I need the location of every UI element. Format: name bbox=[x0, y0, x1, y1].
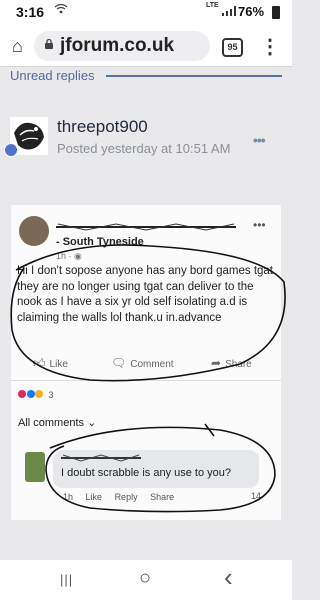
divider bbox=[11, 380, 281, 381]
wifi-icon bbox=[54, 3, 68, 17]
network-type: LTE bbox=[206, 2, 219, 9]
status-bar: 3:16 LTE 76% bbox=[0, 0, 292, 26]
url-text[interactable]: jforum.co.uk bbox=[60, 35, 174, 57]
comment-text: I doubt scrabble is any use to you? bbox=[61, 467, 231, 479]
fb-avatar bbox=[19, 216, 49, 246]
comment-like-count: 14 bbox=[251, 491, 262, 501]
unread-replies-label[interactable]: Unread replies bbox=[10, 68, 95, 83]
member-badge-icon bbox=[4, 143, 18, 157]
comment-icon: 🗨︎ bbox=[111, 356, 127, 370]
unread-divider bbox=[106, 75, 282, 77]
fb-reactions: 3 bbox=[18, 390, 54, 400]
signal-icon bbox=[222, 6, 236, 16]
ellipsis-icon[interactable]: ••• bbox=[253, 132, 266, 148]
fb-location: - South Tyneside bbox=[56, 236, 144, 248]
fb-share-action: ➦ Share bbox=[211, 356, 252, 370]
post-header: threepot900 Posted yesterday at 10:51 AM… bbox=[0, 95, 292, 175]
more-vert-icon[interactable]: ⋮ bbox=[260, 34, 280, 59]
recent-apps-icon[interactable]: ||| bbox=[60, 572, 73, 587]
fb-ellipsis-icon: ••• bbox=[253, 218, 266, 232]
clock: 3:16 bbox=[16, 4, 45, 20]
fb-action-bar: 👍︎ Like 🗨︎ Comment ➦ Share bbox=[11, 352, 281, 374]
fb-all-comments: All comments ⌄ bbox=[18, 417, 97, 429]
share-icon: ➦ bbox=[211, 356, 222, 370]
comment-meta: 1h Like Reply Share bbox=[63, 492, 175, 502]
home-nav-icon[interactable]: ○ bbox=[139, 567, 151, 590]
lock-icon bbox=[45, 39, 53, 49]
redacted-commenter-name bbox=[61, 454, 141, 462]
battery-icon bbox=[272, 6, 280, 19]
commenter-avatar bbox=[25, 452, 45, 482]
haha-reaction-icon bbox=[35, 390, 44, 398]
fb-post-text: Hi I don't sopose anyone has any bord ga… bbox=[17, 265, 273, 324]
post-author[interactable]: threepot900 bbox=[57, 117, 148, 137]
like-reaction-icon bbox=[26, 390, 35, 398]
fb-timestamp: 1h · ◉ bbox=[56, 251, 82, 261]
back-icon[interactable]: ‹ bbox=[224, 562, 233, 593]
thumbs-up-icon: 👍︎ bbox=[33, 356, 46, 370]
fb-comment-action: 🗨︎ Comment bbox=[111, 356, 174, 370]
system-nav-bar: ||| ○ ‹ bbox=[0, 560, 292, 600]
home-icon[interactable]: ⌂ bbox=[12, 36, 23, 57]
battery-percent: 76% bbox=[238, 4, 265, 19]
redacted-name bbox=[56, 223, 236, 231]
love-reaction-icon bbox=[18, 390, 26, 398]
globe-icon: ◉ bbox=[74, 251, 82, 261]
fb-like-action: 👍︎ Like bbox=[33, 356, 68, 370]
tab-switcher-button[interactable]: 95 bbox=[222, 38, 243, 57]
chevron-down-icon: ⌄ bbox=[87, 417, 97, 429]
browser-toolbar: ⌂ jforum.co.uk 95 ⋮ bbox=[0, 26, 292, 67]
post-timestamp[interactable]: Posted yesterday at 10:51 AM bbox=[57, 141, 230, 156]
